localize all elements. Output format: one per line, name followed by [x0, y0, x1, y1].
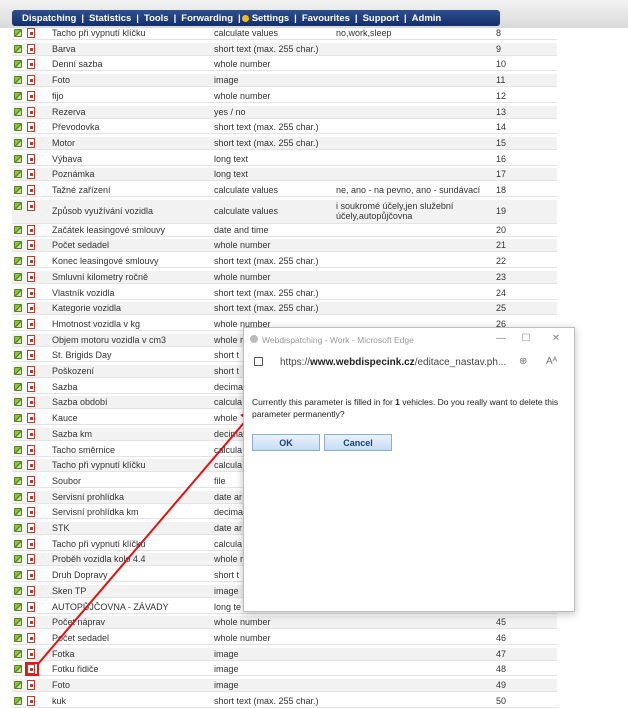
edit-icon[interactable] — [14, 696, 22, 705]
read-aloud-icon[interactable]: Aᴬ — [546, 356, 557, 367]
dialog-message: Currently this parameter is filled in fo… — [252, 397, 559, 419]
param-type: short text (max. 255 char.) — [214, 695, 319, 706]
param-order: 50 — [496, 695, 507, 706]
delete-icon[interactable] — [27, 695, 35, 706]
dialog-window-title: Webdispatching - Work - Microsoft Edge — [262, 335, 414, 345]
confirm-dialog: Webdispatching - Work - Microsoft Edge —… — [243, 327, 575, 612]
zoom-icon[interactable]: ⊕ — [519, 356, 527, 367]
address-bar[interactable]: https://www.webdispecink.cz/editace_nast… — [244, 352, 574, 374]
close-button[interactable]: ✕ — [549, 333, 563, 345]
maximize-button[interactable]: ☐ — [519, 333, 533, 345]
url-text: https://www.webdispecink.cz/editace_nast… — [280, 357, 507, 368]
minimize-button[interactable]: — — [494, 333, 508, 345]
lock-icon — [254, 357, 263, 366]
param-name: kuk — [52, 695, 67, 706]
ok-button[interactable]: OK — [252, 434, 320, 451]
cancel-button[interactable]: Cancel — [324, 434, 392, 451]
dialog-titlebar: Webdispatching - Work - Microsoft Edge —… — [244, 328, 574, 350]
edge-browser-icon — [250, 335, 258, 343]
table-row: kuk short text (max. 255 char.) 50 — [12, 695, 557, 708]
